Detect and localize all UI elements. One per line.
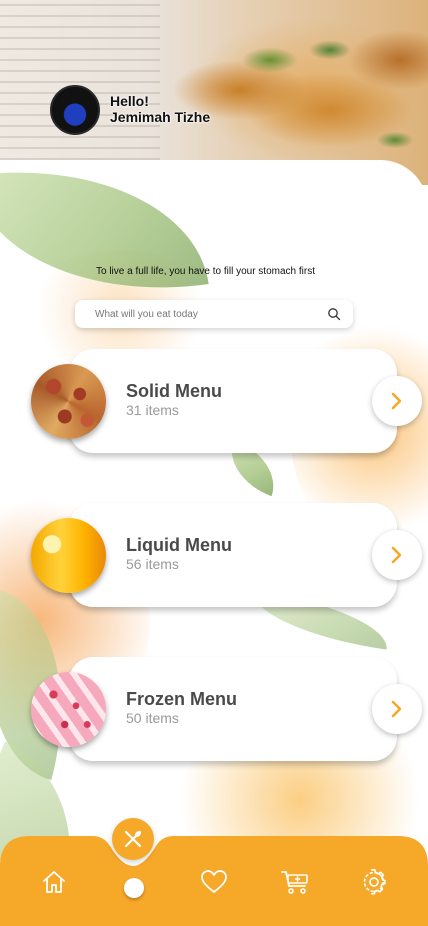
user-name: Jemimah Tizhe [110,109,211,125]
search-bar[interactable] [75,300,353,328]
chevron-right-icon [391,546,402,564]
greeting-hello: Hello! [110,93,149,109]
menu-fab-button[interactable] [112,818,154,860]
active-indicator [124,878,144,898]
book-background [0,0,160,160]
chevron-right-icon [391,392,402,410]
nav-favorites[interactable] [200,868,228,896]
search-input[interactable] [95,308,327,320]
frozen-menu-image [31,672,106,747]
search-icon[interactable] [327,307,341,321]
nav-settings[interactable] [360,868,388,896]
liquid-menu-image [31,518,106,593]
nav-cart[interactable] [279,868,311,896]
menu-count: 31 items [126,402,179,418]
chevron-right-icon [391,700,402,718]
nav-home[interactable] [40,868,68,896]
menu-count: 50 items [126,710,179,726]
cart-icon [281,871,308,894]
menu-count: 56 items [126,556,179,572]
tagline: To live a full life, you have to fill yo… [96,266,315,277]
solid-menu-image [31,364,106,439]
gear-icon [363,869,386,895]
greeting: Hello! Jemimah Tizhe [110,93,210,125]
header-photo: Hello! Jemimah Tizhe [0,0,428,185]
open-frozen-menu-button[interactable] [372,684,422,734]
heart-icon [201,870,227,893]
menu-card-liquid[interactable] [69,503,397,607]
avatar[interactable] [50,85,100,135]
menu-title: Liquid Menu [126,535,232,555]
bottom-nav [0,818,428,926]
menu-title: Solid Menu [126,381,222,401]
menu-title: Frozen Menu [126,689,237,709]
home-icon [43,871,65,893]
fork-knife-icon [124,830,142,848]
open-liquid-menu-button[interactable] [372,530,422,580]
menu-card-solid[interactable] [69,349,397,453]
open-solid-menu-button[interactable] [372,376,422,426]
